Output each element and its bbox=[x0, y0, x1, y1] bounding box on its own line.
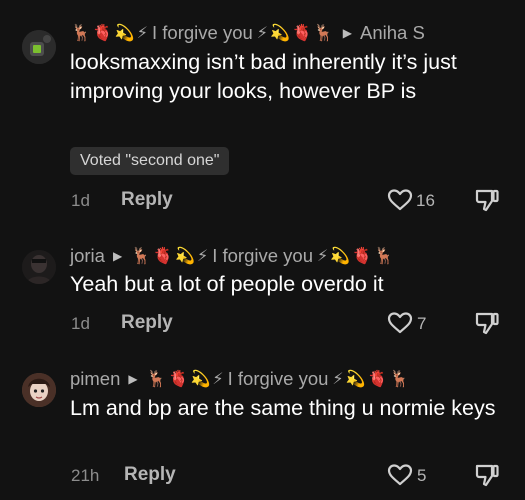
username[interactable]: joria bbox=[70, 245, 105, 267]
dizzy-star-icon: 💫 bbox=[330, 248, 351, 265]
reply-button[interactable]: Reply bbox=[124, 464, 176, 486]
dizzy-star-icon: 💫 bbox=[270, 25, 290, 42]
anatomical-heart-icon: 🫀 bbox=[291, 25, 312, 42]
lightning-icon: ⚡ bbox=[136, 25, 148, 42]
heart-outline-icon[interactable] bbox=[387, 463, 413, 487]
comment-header: pimen ▶ 🦌 🫀 💫 ⚡ I forgive you ⚡ 💫 🫀 🦌 bbox=[70, 366, 410, 392]
lightning-icon: ⚡ bbox=[196, 248, 209, 265]
username[interactable]: pimen bbox=[70, 368, 120, 390]
dizzy-star-icon: 💫 bbox=[345, 371, 366, 388]
deer-icon: 🦌 bbox=[146, 371, 167, 388]
deer-icon: 🦌 bbox=[71, 25, 91, 42]
comment-text: Lm and bp are the same thing u normie ke… bbox=[70, 396, 496, 420]
comment-header: joria ▶ 🦌 🫀 💫 ⚡ I forgive you ⚡ 💫 🫀 🦌 bbox=[70, 243, 395, 269]
heart-outline-icon[interactable] bbox=[387, 188, 413, 212]
play-arrow-icon: ▶ bbox=[342, 26, 353, 40]
like-count: 7 bbox=[417, 314, 427, 333]
anatomical-heart-icon: 🫀 bbox=[92, 25, 113, 42]
deer-icon: 🦌 bbox=[389, 371, 410, 388]
lightning-icon: ⚡ bbox=[316, 248, 329, 265]
anatomical-heart-icon: 🫀 bbox=[352, 248, 373, 265]
dizzy-star-icon: 💫 bbox=[114, 25, 135, 42]
deer-icon: 🦌 bbox=[131, 248, 152, 265]
play-arrow-icon: ▶ bbox=[112, 249, 123, 263]
avatar[interactable] bbox=[22, 373, 56, 407]
deer-icon: 🦌 bbox=[374, 248, 394, 265]
anatomical-heart-icon: 🫀 bbox=[153, 248, 174, 265]
reply-to-username[interactable]: Aniha S bbox=[360, 22, 425, 44]
author-badge: I forgive you bbox=[152, 22, 253, 43]
heart-outline-icon[interactable] bbox=[387, 311, 413, 335]
thumbs-down-icon[interactable] bbox=[474, 187, 500, 213]
lightning-icon: ⚡ bbox=[332, 371, 344, 388]
thumbs-down-icon[interactable] bbox=[474, 310, 500, 336]
avatar[interactable] bbox=[22, 30, 56, 64]
vote-tag: Voted "second one" bbox=[70, 147, 230, 175]
play-arrow-icon: ▶ bbox=[128, 372, 138, 386]
comment-time: 21h bbox=[71, 466, 100, 485]
deer-icon: 🦌 bbox=[313, 25, 334, 42]
dizzy-star-icon: 💫 bbox=[190, 371, 211, 388]
reply-button[interactable]: Reply bbox=[121, 189, 173, 211]
dizzy-star-icon: 💫 bbox=[175, 248, 195, 265]
comment-text: looksmaxxing isn’t bad inherently it’s j… bbox=[70, 50, 457, 103]
like-count: 16 bbox=[416, 191, 435, 210]
anatomical-heart-icon: 🫀 bbox=[367, 371, 388, 388]
thumbs-down-icon[interactable] bbox=[474, 462, 500, 488]
comment-header: 🦌 🫀 💫 ⚡ I forgive you ⚡ 💫 🫀 🦌 ▶ Aniha S bbox=[70, 20, 425, 46]
comment-time: 1d bbox=[71, 191, 90, 210]
avatar[interactable] bbox=[22, 250, 56, 284]
lightning-icon: ⚡ bbox=[256, 25, 269, 42]
comment-text: Yeah but a lot of people overdo it bbox=[70, 272, 384, 296]
lightning-icon: ⚡ bbox=[212, 371, 224, 388]
like-count: 5 bbox=[417, 466, 427, 485]
author-badge: I forgive you bbox=[212, 245, 313, 266]
anatomical-heart-icon: 🫀 bbox=[168, 371, 189, 388]
comment-time: 1d bbox=[71, 314, 90, 333]
reply-button[interactable]: Reply bbox=[121, 312, 173, 334]
author-badge: I forgive you bbox=[227, 368, 329, 389]
